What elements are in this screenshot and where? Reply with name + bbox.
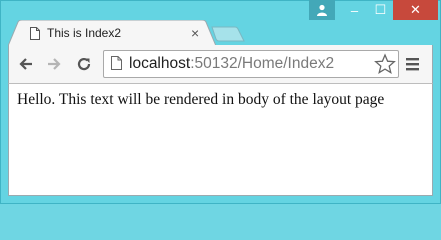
minimize-button[interactable]: – bbox=[341, 0, 368, 20]
maximize-button[interactable]: ☐ bbox=[368, 0, 393, 20]
maximize-icon: ☐ bbox=[374, 2, 387, 17]
window-close-icon: ✕ bbox=[410, 2, 421, 17]
page-favicon-icon bbox=[30, 27, 40, 40]
back-arrow-icon bbox=[19, 58, 32, 70]
hamburger-menu-icon[interactable] bbox=[404, 56, 422, 72]
reload-button[interactable] bbox=[74, 54, 94, 74]
forward-button[interactable] bbox=[44, 54, 64, 74]
tab-title: This is Index2 bbox=[47, 26, 122, 40]
minimize-icon: – bbox=[350, 2, 359, 18]
window-close-button[interactable]: ✕ bbox=[393, 0, 438, 20]
window-controls: – ☐ ✕ bbox=[309, 0, 438, 22]
url-text[interactable]: localhost:50132/Home/Index2 bbox=[129, 54, 334, 74]
url-host: localhost bbox=[129, 55, 191, 72]
forward-arrow-icon bbox=[48, 58, 61, 70]
url-path: :50132/Home/Index2 bbox=[190, 55, 335, 72]
body-text: Hello. This text will be rendered in bod… bbox=[17, 91, 385, 108]
back-button[interactable] bbox=[16, 54, 36, 74]
tab-close-icon[interactable]: × bbox=[191, 25, 199, 41]
reload-icon bbox=[77, 57, 91, 71]
page-icon bbox=[111, 56, 122, 70]
star-icon[interactable] bbox=[374, 53, 396, 75]
user-profile-icon bbox=[317, 4, 327, 16]
profile-button[interactable] bbox=[309, 0, 335, 20]
new-tab-button[interactable] bbox=[211, 26, 245, 42]
